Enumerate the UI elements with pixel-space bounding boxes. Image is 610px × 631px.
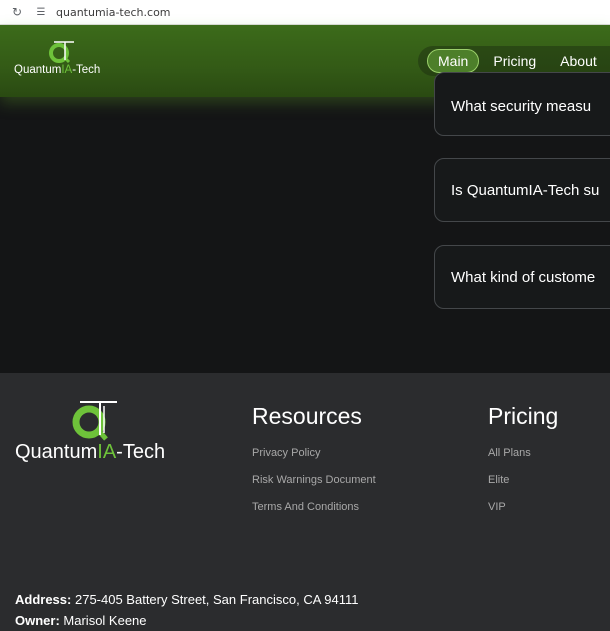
elite-link[interactable]: Elite (488, 474, 558, 486)
privacy-policy-link[interactable]: Privacy Policy (252, 447, 376, 459)
header-brand-name: QuantumIA-Tech (14, 64, 101, 76)
logo-mark-icon (49, 41, 74, 64)
address-label: Address: (15, 592, 72, 607)
faq-item[interactable]: Is QuantumIA-Tech su (434, 158, 610, 222)
nav-tab-pricing[interactable]: Pricing (483, 49, 546, 73)
reload-icon[interactable]: ↻ (10, 5, 24, 19)
pricing-heading: Pricing (488, 403, 559, 429)
nav-tab-about[interactable]: About (550, 49, 607, 73)
owner-line: Owner: Marisol Keene (15, 613, 147, 628)
terms-link[interactable]: Terms And Conditions (252, 501, 376, 513)
faq-question: Is QuantumIA-Tech su (451, 181, 600, 199)
logo-mark-icon (72, 401, 117, 441)
address-value: 275-405 Battery Street, San Francisco, C… (74, 592, 359, 607)
faq-item[interactable]: What security measu (434, 72, 610, 136)
risk-warnings-link[interactable]: Risk Warnings Document (252, 474, 376, 486)
owner-value: Marisol Keene (63, 613, 147, 628)
faq-question: What security measu (451, 98, 592, 115)
owner-label: Owner: (15, 613, 60, 628)
footer-logo[interactable]: QuantumIA-Tech (15, 399, 185, 469)
footer-pricing-column: Pricing All Plans Elite VIP (488, 403, 558, 513)
faq-item[interactable]: What kind of custome (434, 245, 610, 309)
site-info-icon[interactable]: ☰ (34, 7, 48, 18)
nav-tab-main[interactable]: Main (427, 49, 480, 73)
footer-resources-column: Resources Privacy Policy Risk Warnings D… (252, 403, 376, 513)
address-line: Address: 275-405 Battery Street, San Fra… (15, 592, 359, 607)
header-logo[interactable]: QuantumIA-Tech (14, 40, 114, 80)
resources-heading: Resources (252, 403, 362, 429)
all-plans-link[interactable]: All Plans (488, 447, 558, 459)
address-bar[interactable]: quantumia-tech.com (56, 6, 171, 19)
vip-link[interactable]: VIP (488, 501, 558, 513)
footer-brand-name: QuantumIA-Tech (15, 441, 166, 463)
browser-toolbar: ↻ ☰ quantumia-tech.com (0, 0, 610, 25)
faq-question: What kind of custome (451, 268, 596, 286)
